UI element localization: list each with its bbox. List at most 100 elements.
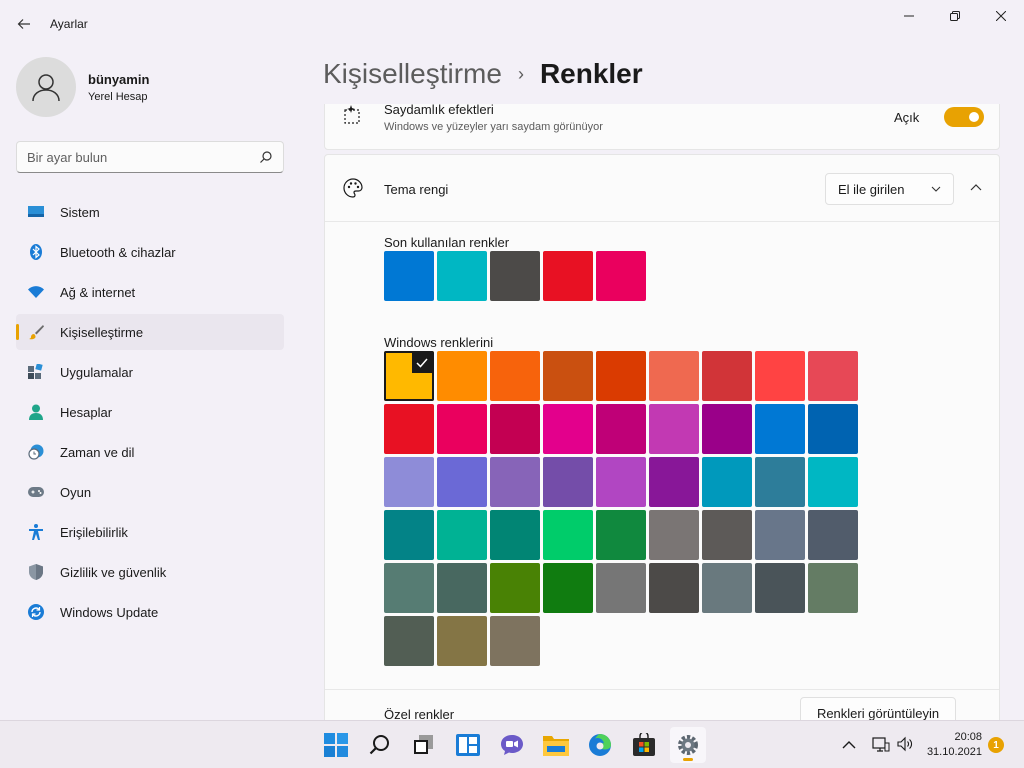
windows-color-swatch[interactable] — [702, 457, 752, 507]
accent-color-header[interactable]: Tema rengi El ile girilen — [325, 155, 999, 222]
sidebar-item-accessibility[interactable]: Erişilebilirlik — [16, 514, 284, 550]
sidebar-item-personalization[interactable]: Kişiselleştirme — [16, 314, 284, 350]
collapse-button[interactable] — [966, 177, 986, 197]
windows-color-swatch[interactable] — [437, 616, 487, 666]
windows-color-swatch[interactable] — [596, 351, 646, 401]
windows-color-swatch[interactable] — [543, 510, 593, 560]
windows-color-swatch[interactable] — [755, 510, 805, 560]
recent-colors-label: Son kullanılan renkler — [384, 235, 510, 250]
divider — [325, 689, 999, 690]
sidebar-item-time-language[interactable]: Zaman ve dil — [16, 434, 284, 470]
windows-color-swatch[interactable] — [596, 563, 646, 613]
windows-color-swatch[interactable] — [384, 510, 434, 560]
close-button[interactable] — [978, 0, 1024, 32]
recent-color-swatch[interactable] — [437, 251, 487, 301]
windows-color-swatch[interactable] — [808, 457, 858, 507]
windows-color-swatch[interactable] — [384, 563, 434, 613]
minimize-button[interactable] — [886, 0, 932, 32]
start-button[interactable] — [318, 727, 354, 763]
windows-color-swatch[interactable] — [437, 351, 487, 401]
windows-color-swatch[interactable] — [702, 351, 752, 401]
recent-color-swatch[interactable] — [543, 251, 593, 301]
windows-color-swatch[interactable] — [702, 404, 752, 454]
user-profile[interactable]: bünyamin Yerel Hesap — [16, 57, 149, 117]
windows-color-swatch[interactable] — [437, 510, 487, 560]
windows-color-swatch[interactable] — [808, 563, 858, 613]
windows-color-swatch[interactable] — [649, 404, 699, 454]
recent-color-swatch[interactable] — [490, 251, 540, 301]
windows-color-swatch[interactable] — [808, 351, 858, 401]
windows-color-swatch[interactable] — [490, 563, 540, 613]
windows-color-swatch[interactable] — [490, 404, 540, 454]
windows-color-swatch[interactable] — [755, 563, 805, 613]
content-scroll-area[interactable]: Saydamlık efektleri Windows ve yüzeyler … — [324, 104, 1000, 720]
windows-color-swatch[interactable] — [384, 404, 434, 454]
chat-icon — [501, 735, 523, 755]
recent-color-swatch[interactable] — [596, 251, 646, 301]
windows-color-swatch[interactable] — [596, 404, 646, 454]
windows-color-swatch[interactable] — [755, 457, 805, 507]
windows-color-swatch[interactable] — [384, 457, 434, 507]
windows-color-swatch[interactable] — [490, 457, 540, 507]
search-icon[interactable] — [259, 150, 273, 164]
windows-color-swatch[interactable] — [755, 404, 805, 454]
widgets-button[interactable] — [450, 727, 486, 763]
sidebar-item-privacy[interactable]: Gizlilik ve güvenlik — [16, 554, 284, 590]
search-box[interactable] — [16, 141, 284, 173]
settings-app-button[interactable] — [670, 727, 706, 763]
windows-color-swatch[interactable] — [384, 616, 434, 666]
store-button[interactable] — [626, 727, 662, 763]
windows-color-swatch[interactable] — [490, 351, 540, 401]
notification-badge[interactable]: 1 — [988, 737, 1004, 753]
clock[interactable]: 20:08 31.10.2021 — [922, 730, 982, 760]
windows-color-swatch[interactable] — [649, 351, 699, 401]
windows-color-swatch[interactable] — [384, 351, 434, 401]
recent-color-swatch[interactable] — [384, 251, 434, 301]
file-explorer-icon — [543, 736, 569, 756]
windows-color-swatch[interactable] — [437, 457, 487, 507]
windows-color-swatch[interactable] — [702, 563, 752, 613]
windows-color-swatch[interactable] — [490, 510, 540, 560]
windows-color-swatch[interactable] — [808, 404, 858, 454]
sidebar-item-gaming[interactable]: Oyun — [16, 474, 284, 510]
clock-time: 20:08 — [954, 731, 982, 743]
edge-button[interactable] — [582, 727, 618, 763]
taskbar-search-button[interactable] — [362, 727, 398, 763]
windows-color-swatch[interactable] — [596, 457, 646, 507]
sidebar-item-bluetooth[interactable]: Bluetooth & cihazlar — [16, 234, 284, 270]
view-colors-button[interactable]: Renkleri görüntüleyin — [800, 697, 956, 720]
windows-color-swatch[interactable] — [649, 510, 699, 560]
show-hidden-icons-chevron-icon[interactable] — [840, 736, 858, 754]
windows-color-swatch[interactable] — [755, 351, 805, 401]
maximize-button[interactable] — [932, 0, 978, 32]
windows-color-swatch[interactable] — [437, 563, 487, 613]
sidebar-item-system[interactable]: Sistem — [16, 194, 284, 230]
windows-color-swatch[interactable] — [543, 563, 593, 613]
sidebar-item-network[interactable]: Ağ & internet — [16, 274, 284, 310]
windows-color-swatch[interactable] — [437, 404, 487, 454]
sidebar-item-windows-update[interactable]: Windows Update — [16, 594, 284, 630]
windows-color-swatch[interactable] — [702, 510, 752, 560]
windows-color-swatch[interactable] — [543, 351, 593, 401]
back-button[interactable] — [10, 10, 38, 38]
transparency-toggle[interactable] — [944, 107, 984, 127]
task-view-button[interactable] — [406, 727, 442, 763]
windows-color-swatch[interactable] — [490, 616, 540, 666]
search-input[interactable] — [27, 149, 259, 165]
windows-color-swatch[interactable] — [649, 457, 699, 507]
profile-account-type: Yerel Hesap — [88, 90, 148, 103]
accent-mode-dropdown[interactable]: El ile girilen — [825, 173, 954, 205]
chat-button[interactable] — [494, 727, 530, 763]
update-icon — [28, 604, 44, 620]
back-arrow-icon — [17, 19, 30, 29]
windows-color-swatch[interactable] — [543, 457, 593, 507]
breadcrumb-parent[interactable]: Kişiselleştirme — [323, 58, 502, 90]
sidebar-item-accounts[interactable]: Hesaplar — [16, 394, 284, 430]
windows-color-swatch[interactable] — [808, 510, 858, 560]
file-explorer-button[interactable] — [538, 727, 574, 763]
windows-color-swatch[interactable] — [543, 404, 593, 454]
system-tray[interactable] — [872, 735, 914, 753]
windows-color-swatch[interactable] — [649, 563, 699, 613]
windows-color-swatch[interactable] — [596, 510, 646, 560]
sidebar-item-apps[interactable]: Uygulamalar — [16, 354, 284, 390]
